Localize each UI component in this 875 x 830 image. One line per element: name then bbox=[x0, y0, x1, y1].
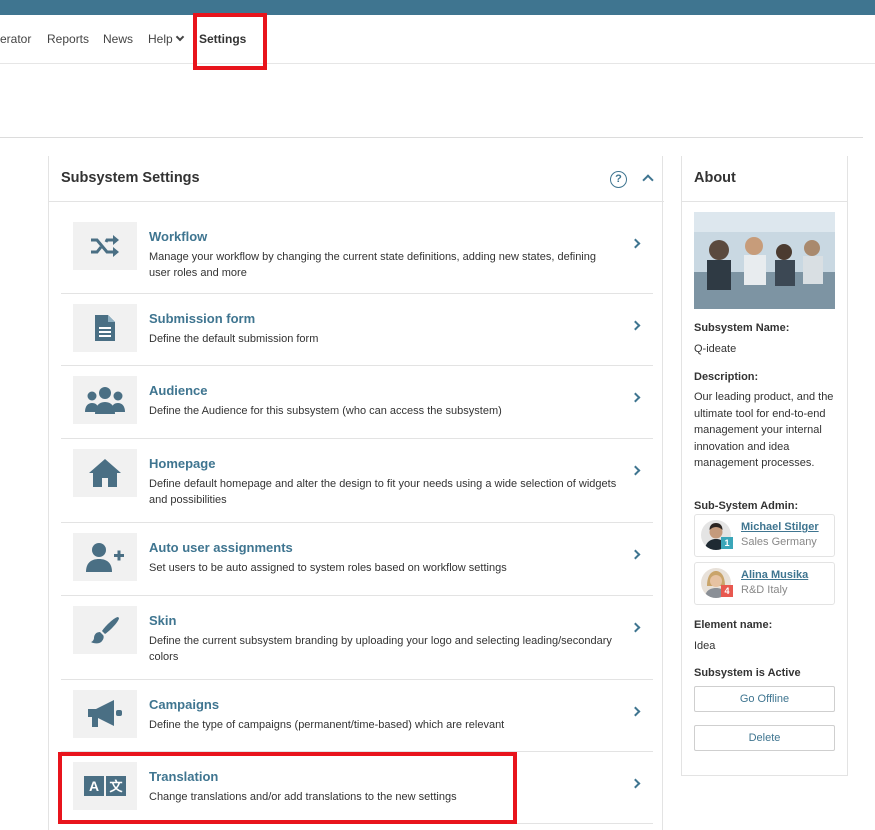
settings-row-auto-user-assignments[interactable]: Auto user assignments Set users to be au… bbox=[61, 523, 653, 596]
settings-row-homepage[interactable]: Homepage Define default homepage and alt… bbox=[61, 439, 653, 523]
row-title: Auto user assignments bbox=[149, 540, 293, 555]
user-plus-icon bbox=[73, 533, 137, 581]
help-icon[interactable]: ? bbox=[610, 171, 627, 188]
shuffle-icon bbox=[73, 222, 137, 270]
admin-name-link[interactable]: Michael Stilger bbox=[741, 521, 819, 533]
settings-row-submission-form[interactable]: Submission form Define the default submi… bbox=[61, 294, 653, 366]
row-description: Define default homepage and alter the de… bbox=[149, 478, 617, 506]
chevron-up-icon[interactable] bbox=[642, 174, 654, 186]
main-nav: erator Reports News Help Settings bbox=[0, 15, 875, 64]
settings-row-campaigns[interactable]: Campaigns Define the type of campaigns (… bbox=[61, 680, 653, 752]
top-header-bar bbox=[0, 0, 875, 15]
admin-badge: 1 bbox=[721, 537, 733, 549]
chevron-right-icon bbox=[630, 778, 641, 789]
panel-header: Subsystem Settings ? bbox=[49, 156, 664, 202]
chevron-right-icon bbox=[630, 465, 641, 476]
admin-department: R&D Italy bbox=[741, 584, 788, 596]
description-label: Description: bbox=[694, 371, 759, 383]
delete-button[interactable]: Delete bbox=[694, 725, 835, 751]
row-description: Change translations and/or add translati… bbox=[149, 791, 457, 803]
about-header: About bbox=[682, 156, 847, 202]
about-title: About bbox=[694, 170, 736, 186]
subsystem-name-label: Subsystem Name: bbox=[694, 322, 790, 334]
row-title: Audience bbox=[149, 383, 208, 398]
megaphone-icon bbox=[73, 690, 137, 738]
chevron-right-icon bbox=[630, 392, 641, 403]
admin-card: 4 Alina Musika R&D Italy bbox=[694, 562, 835, 605]
chevron-right-icon bbox=[630, 706, 641, 717]
settings-row-audience[interactable]: Audience Define the Audience for this su… bbox=[61, 366, 653, 439]
about-panel: About Subsystem Name: Q-ideate Descripti… bbox=[681, 156, 848, 776]
chevron-right-icon bbox=[630, 622, 641, 633]
row-description: Define the Audience for this subsystem (… bbox=[149, 405, 502, 417]
subsystem-settings-panel: Subsystem Settings ? Workflow Manage you… bbox=[48, 156, 664, 830]
settings-row-skin[interactable]: Skin Define the current subsystem brandi… bbox=[61, 596, 653, 680]
settings-row-translation[interactable]: A文 Translation Change translations and/o… bbox=[61, 752, 653, 824]
admin-label: Sub-System Admin: bbox=[694, 500, 799, 512]
chevron-right-icon bbox=[630, 549, 641, 560]
admin-name-link[interactable]: Alina Musika bbox=[741, 569, 808, 581]
subsystem-image bbox=[694, 212, 835, 309]
subsystem-active-label: Subsystem is Active bbox=[694, 667, 801, 679]
subsystem-name-value: Q-ideate bbox=[694, 343, 737, 355]
chevron-right-icon bbox=[630, 320, 641, 331]
admin-department: Sales Germany bbox=[741, 536, 817, 548]
paintbrush-icon bbox=[73, 606, 137, 654]
element-name-label: Element name: bbox=[694, 619, 773, 631]
home-icon bbox=[73, 449, 137, 497]
row-description: Set users to be auto assigned to system … bbox=[149, 562, 507, 574]
nav-item-reports[interactable]: Reports bbox=[47, 32, 89, 46]
svg-text:文: 文 bbox=[109, 779, 123, 795]
translate-icon: A文 bbox=[73, 762, 137, 810]
row-title: Workflow bbox=[149, 229, 208, 244]
row-description: Manage your workflow by changing the cur… bbox=[149, 251, 596, 279]
row-title: Translation bbox=[149, 769, 219, 784]
nav-item-moderator[interactable]: erator bbox=[0, 32, 31, 46]
document-icon bbox=[73, 304, 137, 352]
row-title: Skin bbox=[149, 613, 177, 628]
row-description: Define the default submission form bbox=[149, 333, 319, 345]
page-divider bbox=[0, 137, 863, 138]
chevron-down-icon bbox=[175, 32, 184, 42]
admin-card: 1 Michael Stilger Sales Germany bbox=[694, 514, 835, 557]
row-description: Define the current subsystem branding by… bbox=[149, 635, 612, 663]
nav-item-settings[interactable]: Settings bbox=[199, 32, 246, 46]
chevron-right-icon bbox=[630, 238, 641, 249]
nav-item-news[interactable]: News bbox=[103, 32, 133, 46]
nav-item-help[interactable]: Help bbox=[148, 32, 184, 46]
row-description: Define the type of campaigns (permanent/… bbox=[149, 719, 505, 731]
panel-title: Subsystem Settings bbox=[61, 170, 200, 186]
element-name-value: Idea bbox=[694, 640, 716, 652]
nav-help-label: Help bbox=[148, 32, 173, 46]
svg-text:A: A bbox=[89, 778, 99, 794]
row-title: Campaigns bbox=[149, 697, 220, 712]
users-icon bbox=[73, 376, 137, 424]
row-title: Submission form bbox=[149, 311, 256, 326]
description-value: Our leading product, and the ultimate to… bbox=[694, 391, 834, 469]
settings-row-workflow[interactable]: Workflow Manage your workflow by changin… bbox=[61, 212, 653, 294]
row-title: Homepage bbox=[149, 456, 216, 471]
admin-badge: 4 bbox=[721, 585, 733, 597]
go-offline-button[interactable]: Go Offline bbox=[694, 686, 835, 712]
